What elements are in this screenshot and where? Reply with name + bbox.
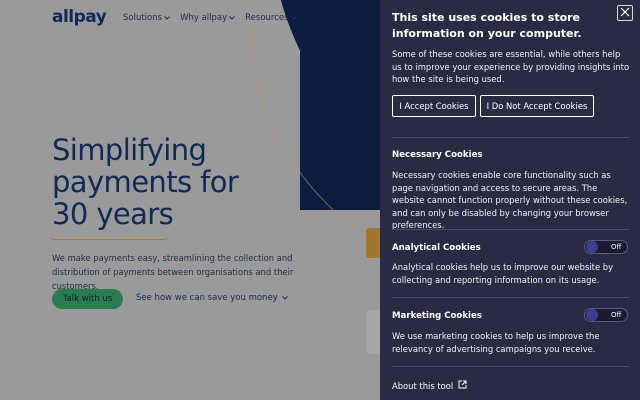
hero-title-line: 30 years xyxy=(52,197,174,231)
about-this-tool-link[interactable]: About this tool xyxy=(392,380,467,391)
toggle-knob xyxy=(586,309,598,321)
cookie-panel-title: This site uses cookies to store informat… xyxy=(392,11,582,40)
main-nav: Solutions Why allpay Resources xyxy=(123,13,297,23)
toggle-state-label: Off xyxy=(611,311,622,319)
nav-item-solutions[interactable]: Solutions xyxy=(123,13,170,23)
nav-item-label: Why allpay xyxy=(180,13,228,23)
save-money-link-label: See how we can save you money xyxy=(136,293,278,303)
section-divider xyxy=(392,297,629,298)
chevron-down-icon xyxy=(164,14,170,22)
hero-title-line: Simplifying xyxy=(52,133,207,167)
save-money-link[interactable]: See how we can save you money xyxy=(136,293,288,303)
marketing-cookies-heading: Marketing Cookies xyxy=(392,311,482,321)
hero-title-line: payments for xyxy=(52,165,239,199)
close-button[interactable] xyxy=(617,5,633,21)
close-icon xyxy=(620,4,630,22)
decline-cookies-button[interactable]: I Do Not Accept Cookies xyxy=(480,95,594,117)
section-divider xyxy=(392,366,629,367)
external-link-icon xyxy=(458,380,467,391)
nav-item-label: Solutions xyxy=(123,13,163,23)
about-this-tool-label: About this tool xyxy=(392,380,454,391)
chevron-down-icon xyxy=(281,293,288,303)
marketing-cookies-toggle[interactable]: Off xyxy=(584,308,628,322)
chevron-down-icon xyxy=(290,14,297,22)
toggle-state-label: Off xyxy=(611,243,622,251)
accept-cookies-button[interactable]: I Accept Cookies xyxy=(392,95,476,117)
hero-description: We make payments easy, streamlining the … xyxy=(52,253,294,291)
chevron-down-icon xyxy=(229,14,236,22)
section-divider xyxy=(392,137,629,138)
marketing-cookies-description: We use marketing cookies to help us impr… xyxy=(392,331,600,354)
analytical-cookies-heading: Analytical Cookies xyxy=(392,243,481,253)
hero-underline-stroke xyxy=(50,236,168,240)
site-logo[interactable]: allpay xyxy=(52,7,107,27)
cookie-panel-intro: Some of these cookies are essential, whi… xyxy=(392,49,630,84)
section-divider xyxy=(392,229,629,230)
analytical-cookies-description: Analytical cookies help us to improve ou… xyxy=(392,262,614,285)
toggle-knob xyxy=(586,241,598,253)
nav-item-label: Resources xyxy=(245,13,289,23)
necessary-cookies-heading: Necessary Cookies xyxy=(392,150,483,160)
hero-title: Simplifying payments for 30 years xyxy=(52,133,239,231)
nav-item-resources[interactable]: Resources xyxy=(245,13,297,23)
analytical-cookies-toggle[interactable]: Off xyxy=(584,240,628,254)
nav-item-why-allpay[interactable]: Why allpay xyxy=(180,13,236,23)
necessary-cookies-description: Necessary cookies enable core functional… xyxy=(392,170,628,230)
talk-with-us-button[interactable]: Talk with us xyxy=(52,289,123,309)
